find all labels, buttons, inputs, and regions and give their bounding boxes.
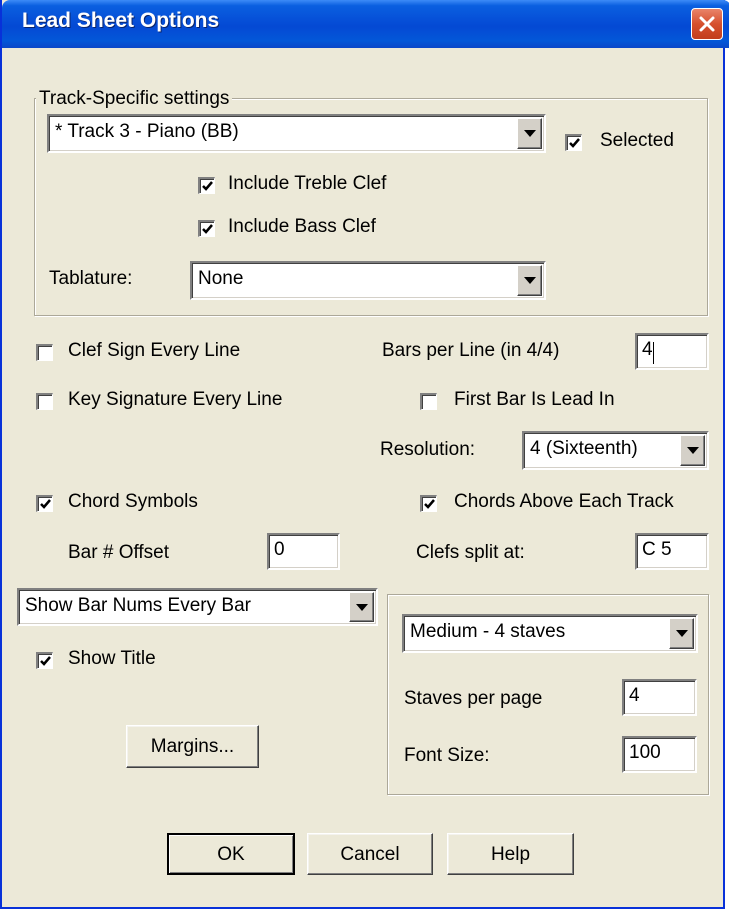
bars-per-line-label: Bars per Line (in 4/4)	[382, 340, 560, 361]
track-select-value: * Track 3 - Piano (BB)	[55, 121, 239, 142]
help-button[interactable]: Help	[447, 833, 574, 875]
staves-select[interactable]: Medium - 4 staves	[402, 614, 698, 653]
first-bar-lead-in-label[interactable]: First Bar Is Lead In	[454, 389, 615, 411]
staves-per-page-value: 4	[629, 685, 640, 706]
margins-button[interactable]: Margins...	[126, 725, 259, 768]
track-select-dropdown-button[interactable]	[517, 118, 542, 149]
checkmark-icon	[40, 656, 51, 666]
resolution-dropdown-button[interactable]	[680, 435, 705, 466]
track-settings-legend: Track-Specific settings	[36, 88, 233, 110]
chord-symbols-checkbox[interactable]	[36, 495, 53, 512]
tablature-label: Tablature:	[49, 268, 133, 289]
bar-offset-label: Bar # Offset	[68, 542, 170, 563]
help-button-label: Help	[490, 844, 531, 865]
chevron-down-icon	[356, 604, 368, 611]
include-bass-clef-checkbox[interactable]	[198, 220, 215, 237]
include-treble-clef-label[interactable]: Include Treble Clef	[228, 173, 386, 195]
track-select[interactable]: * Track 3 - Piano (BB)	[47, 114, 546, 153]
clefs-split-input[interactable]: C 5	[635, 533, 709, 570]
staves-per-page-input[interactable]: 4	[622, 679, 697, 716]
staves-per-page-label: Staves per page	[404, 688, 543, 709]
text-caret	[653, 342, 654, 364]
chevron-down-icon	[676, 630, 688, 637]
checkmark-icon	[569, 138, 580, 148]
chevron-down-icon	[524, 130, 536, 137]
cancel-button-label: Cancel	[340, 844, 400, 865]
font-size-label: Font Size:	[404, 745, 490, 766]
include-treble-clef-checkbox[interactable]	[198, 177, 215, 194]
font-size-value: 100	[629, 742, 661, 763]
clefs-split-value: C 5	[642, 539, 672, 560]
resolution-select-value: 4 (Sixteenth)	[530, 438, 638, 459]
key-signature-every-line-label[interactable]: Key Signature Every Line	[68, 389, 282, 411]
font-size-input[interactable]: 100	[622, 736, 697, 773]
bar-offset-input[interactable]: 0	[267, 533, 340, 570]
ok-button-label: OK	[217, 844, 245, 865]
dialog-window: Lead Sheet Options Track-Specific settin…	[0, 0, 729, 909]
resolution-label: Resolution:	[380, 439, 476, 460]
close-icon	[699, 16, 715, 32]
chords-above-each-track-checkbox[interactable]	[420, 495, 437, 512]
chevron-down-icon	[687, 447, 699, 454]
bar-offset-value: 0	[274, 539, 285, 560]
tablature-dropdown-button[interactable]	[517, 265, 542, 296]
clef-sign-every-line-checkbox[interactable]	[36, 344, 53, 361]
cancel-button[interactable]: Cancel	[307, 833, 433, 875]
key-signature-every-line-checkbox[interactable]	[36, 393, 53, 410]
close-button[interactable]	[691, 8, 723, 40]
margins-button-label: Margins...	[150, 736, 235, 757]
bar-nums-dropdown-button[interactable]	[349, 592, 374, 622]
tablature-select[interactable]: None	[190, 261, 546, 300]
first-bar-lead-in-checkbox[interactable]	[420, 393, 437, 410]
selected-label[interactable]: Selected	[600, 130, 674, 152]
staves-dropdown-button[interactable]	[669, 618, 694, 649]
bar-nums-select[interactable]: Show Bar Nums Every Bar	[17, 588, 378, 626]
tablature-select-value: None	[198, 268, 244, 289]
chord-symbols-label[interactable]: Chord Symbols	[68, 491, 198, 513]
show-title-label[interactable]: Show Title	[68, 648, 156, 670]
clefs-split-label: Clefs split at:	[416, 542, 525, 563]
staves-select-value: Medium - 4 staves	[410, 621, 566, 642]
bars-per-line-input[interactable]: 4	[635, 333, 709, 370]
title-bar[interactable]: Lead Sheet Options	[2, 0, 729, 48]
show-title-checkbox[interactable]	[36, 652, 53, 669]
checkmark-icon	[424, 499, 435, 509]
selected-checkbox[interactable]	[565, 134, 582, 151]
checkmark-icon	[202, 181, 213, 191]
resolution-select[interactable]: 4 (Sixteenth)	[522, 431, 709, 470]
clef-sign-every-line-label[interactable]: Clef Sign Every Line	[68, 340, 240, 362]
dialog-title: Lead Sheet Options	[22, 9, 220, 32]
ok-button[interactable]: OK	[167, 833, 295, 875]
chevron-down-icon	[524, 277, 536, 284]
include-bass-clef-label[interactable]: Include Bass Clef	[228, 216, 376, 238]
checkmark-icon	[202, 224, 213, 234]
bar-nums-select-value: Show Bar Nums Every Bar	[25, 595, 251, 616]
chords-above-each-track-label[interactable]: Chords Above Each Track	[454, 491, 674, 513]
bars-per-line-value: 4	[642, 339, 653, 360]
checkmark-icon	[40, 499, 51, 509]
